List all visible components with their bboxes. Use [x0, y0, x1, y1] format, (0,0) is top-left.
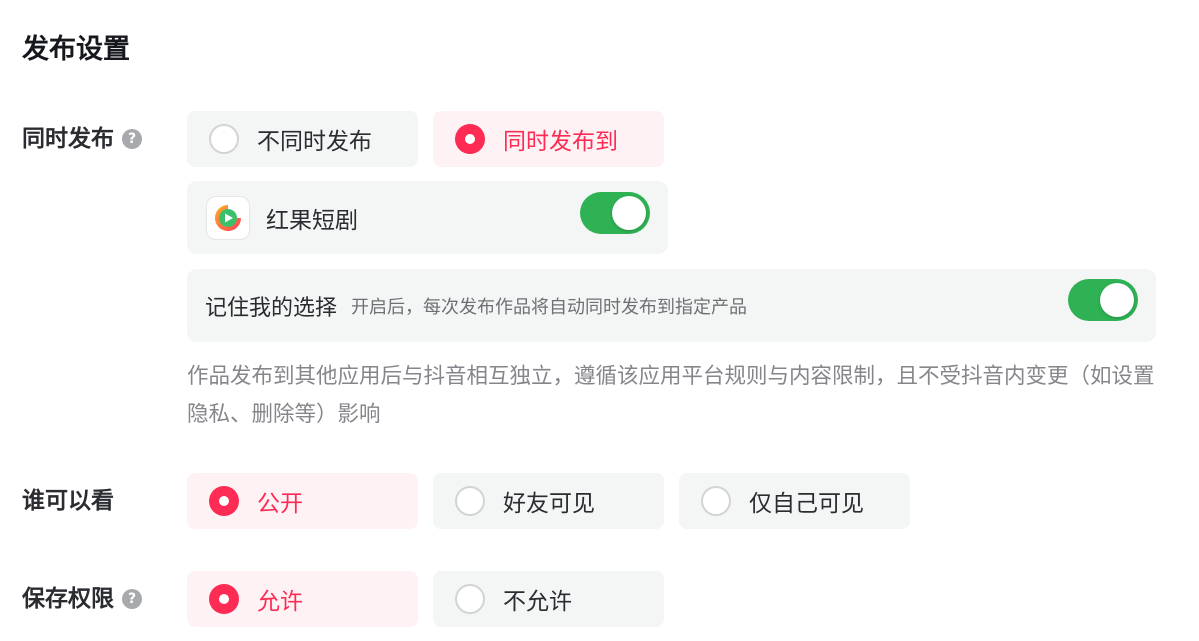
radio-icon [455, 486, 485, 516]
radio-icon [209, 124, 239, 154]
help-icon[interactable]: ? [122, 129, 142, 149]
radio-selected-icon [209, 486, 239, 516]
publish-settings-panel: 发布设置 同时发布 ? 不同时发布 同时发布到 红果短剧 记住我的选择 开启后，… [0, 0, 1199, 641]
option-label: 允许 [257, 589, 303, 615]
option-no-sync-publish[interactable]: 不同时发布 [187, 111, 418, 167]
app-sync-toggle[interactable] [580, 192, 650, 234]
option-label: 仅自己可见 [749, 491, 864, 517]
option-allow-save[interactable]: 允许 [187, 571, 418, 627]
save-permission-label-row: 保存权限 ? [22, 582, 142, 616]
remember-choice-toggle[interactable] [1068, 279, 1138, 321]
sync-publish-label-row: 同时发布 ? [22, 122, 142, 156]
visibility-label: 谁可以看 [22, 488, 114, 514]
radio-icon [701, 486, 731, 516]
section-title: 发布设置 [22, 34, 130, 65]
option-public[interactable]: 公开 [187, 473, 418, 529]
remember-choice-description: 开启后，每次发布作品将自动同时发布到指定产品 [351, 296, 748, 318]
app-name: 红果短剧 [266, 207, 358, 234]
option-sync-publish-to[interactable]: 同时发布到 [433, 111, 664, 167]
option-disallow-save[interactable]: 不允许 [433, 571, 664, 627]
option-label: 不允许 [503, 589, 572, 615]
sync-publish-note: 作品发布到其他应用后与抖音相互独立，遵循该应用平台规则与内容限制，且不受抖音内变… [187, 364, 1155, 427]
option-label: 好友可见 [503, 491, 595, 517]
visibility-label-row: 谁可以看 [22, 484, 114, 518]
save-permission-label: 保存权限 [22, 586, 114, 612]
radio-selected-icon [455, 124, 485, 154]
option-label: 公开 [257, 491, 303, 517]
option-label: 不同时发布 [257, 129, 372, 155]
hongguo-play-icon [206, 195, 250, 240]
remember-choice-label: 记住我的选择 [205, 295, 338, 321]
radio-selected-icon [209, 584, 239, 614]
option-only-me[interactable]: 仅自己可见 [679, 473, 910, 529]
help-icon[interactable]: ? [122, 589, 142, 609]
sync-publish-label: 同时发布 [22, 126, 114, 152]
option-friends-visible[interactable]: 好友可见 [433, 473, 664, 529]
option-label: 同时发布到 [503, 129, 618, 155]
remember-choice-card: 记住我的选择 开启后，每次发布作品将自动同时发布到指定产品 [187, 269, 1156, 342]
radio-icon [455, 584, 485, 614]
